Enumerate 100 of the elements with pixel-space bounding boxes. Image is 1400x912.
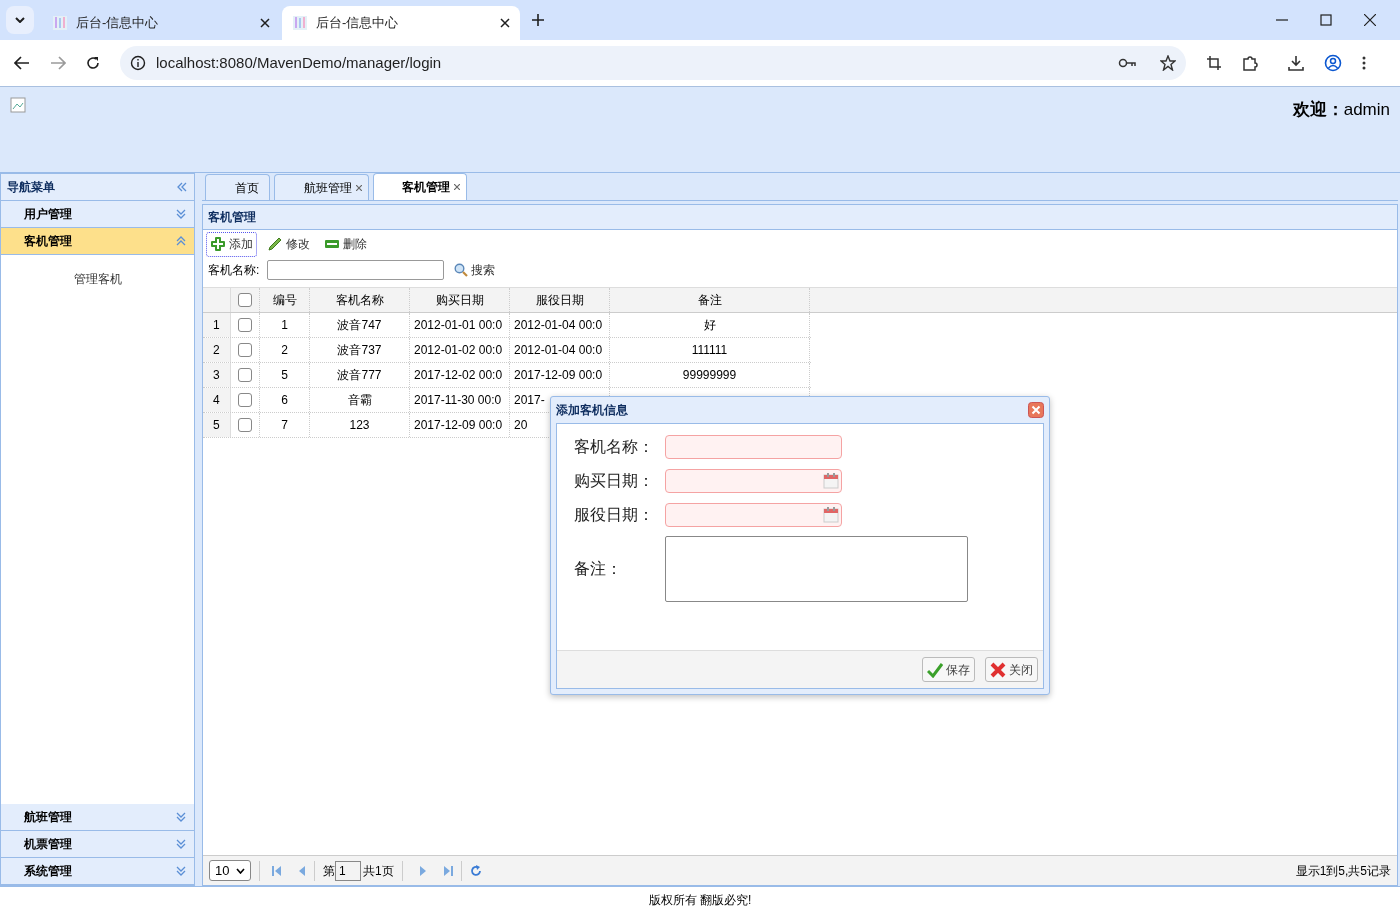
chevron-down-icon xyxy=(176,866,186,876)
field-label: 客机名称： xyxy=(574,436,655,457)
table-cell-text: 2017- xyxy=(514,392,545,409)
address-bar[interactable]: localhost:8080/MavenDemo/manager/login xyxy=(120,46,1186,80)
field-label: 备注： xyxy=(574,559,623,579)
maximize-icon[interactable] xyxy=(1320,14,1332,26)
close-icon[interactable] xyxy=(500,18,510,28)
previous-page-icon[interactable] xyxy=(298,865,306,876)
toolbar-button[interactable]: 删除 xyxy=(320,231,371,257)
page-size-select[interactable]: 10 xyxy=(209,860,251,881)
table-cell-text: 2 xyxy=(281,342,288,359)
column-header[interactable]: 编号 xyxy=(260,288,310,312)
browser-tab[interactable]: 后台-信息中心 xyxy=(282,6,520,40)
calendar-icon xyxy=(823,506,839,523)
row-checkbox[interactable] xyxy=(238,343,252,357)
nav-section[interactable]: 客机管理 xyxy=(1,228,194,255)
broken-image-icon xyxy=(10,97,26,113)
search-field[interactable] xyxy=(267,260,445,280)
next-page-icon[interactable] xyxy=(418,865,427,876)
table-cell-text: 2017-12-02 00:0 xyxy=(414,367,503,384)
profile-icon[interactable] xyxy=(1324,54,1342,72)
tab-list-button[interactable] xyxy=(6,6,34,34)
dialog-button[interactable]: 关闭 xyxy=(985,657,1038,682)
table-cell-text: 123 xyxy=(349,417,370,434)
table-cell-text: 波音747 xyxy=(337,317,382,334)
date-field[interactable] xyxy=(665,468,842,493)
new-tab-icon[interactable] xyxy=(532,14,544,26)
remark-field[interactable] xyxy=(665,536,968,602)
column-header[interactable]: 购买日期 xyxy=(410,288,510,312)
check-icon xyxy=(927,661,943,678)
text-field[interactable] xyxy=(665,434,842,459)
date-field[interactable] xyxy=(665,502,842,527)
panel-title: 客机管理 xyxy=(208,209,256,226)
content-tab[interactable]: 航班管理 xyxy=(274,174,369,200)
chevron-up-icon xyxy=(176,236,186,246)
page-field[interactable]: 1 xyxy=(335,860,361,881)
content-tab[interactable]: 首页 xyxy=(205,174,270,200)
favicon-icon xyxy=(52,15,68,31)
cross-icon xyxy=(990,661,1006,678)
chevron-down-icon xyxy=(15,17,25,23)
first-page-icon[interactable] xyxy=(272,865,282,876)
row-number: 4 xyxy=(203,388,231,412)
row-checkbox[interactable] xyxy=(238,368,252,382)
table-cell-text: 音霸 xyxy=(347,392,372,409)
table-cell-text: 2017-12-09 00:0 xyxy=(514,367,603,384)
table-cell-text: 111111 xyxy=(691,342,728,359)
close-icon[interactable] xyxy=(260,18,270,28)
column-header[interactable]: 客机名称 xyxy=(310,288,410,312)
select-all-checkbox[interactable] xyxy=(238,293,252,307)
browser-tab[interactable]: 后台-信息中心 xyxy=(42,6,280,40)
dialog-button[interactable]: 保存 xyxy=(922,657,975,682)
reload-icon[interactable] xyxy=(86,56,100,70)
table-cell-text: 好 xyxy=(703,317,716,334)
url-text: localhost:8080/MavenDemo/manager/login xyxy=(156,52,443,73)
menu-icon[interactable] xyxy=(1362,56,1366,70)
toolbar-button[interactable]: 修改 xyxy=(263,231,314,257)
back-icon[interactable] xyxy=(14,56,30,70)
page-total: 共1页 xyxy=(363,862,394,880)
row-checkbox[interactable] xyxy=(238,318,252,332)
chevron-down-icon xyxy=(176,839,186,849)
last-page-icon[interactable] xyxy=(442,865,453,876)
copyright-text: 版权所有 翻版必究! xyxy=(648,891,752,909)
chevron-down-icon xyxy=(176,209,186,219)
row-checkbox[interactable] xyxy=(238,393,252,407)
search-button[interactable]: 搜索 xyxy=(454,261,496,279)
row-number: 3 xyxy=(203,363,231,387)
nav-section[interactable]: 用户管理 xyxy=(1,201,194,228)
crop-icon[interactable] xyxy=(1206,55,1222,71)
table-cell-text: 波音777 xyxy=(337,367,382,384)
nav-item[interactable]: 管理客机 xyxy=(73,270,122,288)
info-icon xyxy=(130,55,146,71)
collapse-icon[interactable] xyxy=(176,182,188,192)
chevron-down-icon xyxy=(176,812,186,822)
nav-section[interactable]: 机票管理 xyxy=(1,831,194,858)
nav-section[interactable]: 系统管理 xyxy=(1,858,194,885)
favicon-icon xyxy=(292,15,308,31)
puzzle-icon[interactable] xyxy=(1242,55,1258,71)
field-label: 服役日期： xyxy=(574,504,655,525)
nav-title: 导航菜单 xyxy=(7,179,55,196)
table-cell-text: 波音737 xyxy=(337,342,382,359)
content-tab[interactable]: 客机管理 xyxy=(373,173,467,200)
table-cell-text: 1 xyxy=(281,317,288,334)
row-number: 1 xyxy=(203,313,231,337)
table-cell-text: 99999999 xyxy=(682,367,737,384)
field-label: 购买日期： xyxy=(574,470,655,491)
close-icon[interactable] xyxy=(1364,14,1376,26)
refresh-icon[interactable] xyxy=(469,864,482,877)
record-summary: 显示1到5,共5记录 xyxy=(1295,862,1391,880)
column-header[interactable]: 备注 xyxy=(610,288,810,312)
row-checkbox[interactable] xyxy=(238,418,252,432)
calendar-icon xyxy=(823,472,839,489)
table-cell-text: 5 xyxy=(281,367,288,384)
table-cell-text: 6 xyxy=(281,392,288,409)
column-header[interactable]: 服役日期 xyxy=(510,288,610,312)
key-icon[interactable] xyxy=(1118,58,1136,68)
forward-icon[interactable] xyxy=(50,56,66,70)
download-icon[interactable] xyxy=(1288,55,1304,71)
row-number: 5 xyxy=(203,413,231,437)
nav-section[interactable]: 航班管理 xyxy=(1,804,194,831)
star-icon[interactable] xyxy=(1160,55,1176,71)
